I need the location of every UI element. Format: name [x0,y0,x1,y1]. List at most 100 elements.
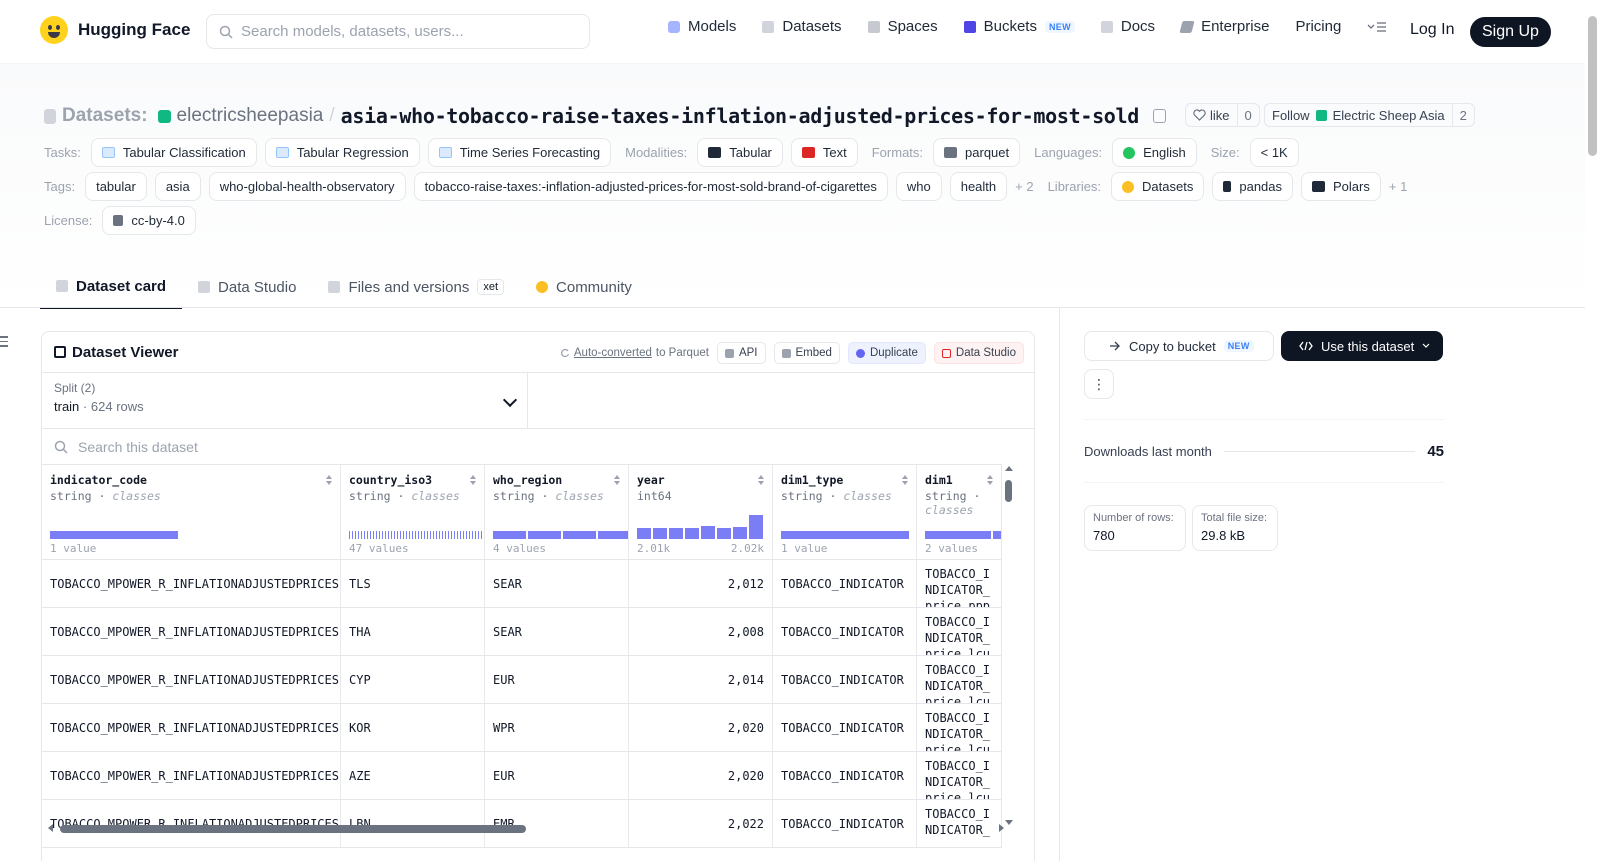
nav-docs[interactable]: Docs [1100,18,1155,35]
tab-data-studio[interactable]: Data Studio [182,265,312,309]
tab-dataset-card[interactable]: Dataset card [40,265,183,309]
sidebar-toggle-icon[interactable] [0,336,8,350]
histogram-bar[interactable] [400,531,401,539]
library-chip[interactable]: pandas [1212,172,1294,201]
histogram-bar[interactable] [394,531,395,539]
table-vertical-scrollbar[interactable] [1002,464,1016,827]
libraries-more[interactable]: + 1 [1389,179,1407,194]
like-button[interactable]: like 0 [1185,103,1260,127]
table-row[interactable]: TOBACCO_MPOWER_R_INFLATIONADJUSTEDPRICES… [42,608,1002,656]
histogram-bar[interactable] [478,531,479,539]
breadcrumb-owner[interactable]: electricsheepasia [177,105,324,127]
tags-more[interactable]: + 2 [1015,179,1033,194]
table-cell[interactable]: TOBACCO_INDICATOR [773,704,917,751]
page-title[interactable]: asia-who-tobacco-raise-taxes-inflation-a… [341,104,1140,128]
histogram-bar[interactable] [463,531,464,539]
table-row[interactable]: TOBACCO_MPOWER_R_INFLATIONADJUSTEDPRICES… [42,656,1002,704]
histogram-bar[interactable] [445,531,446,539]
column-header[interactable]: indicator_code string · classes 1 value [42,465,341,559]
size-chip[interactable]: < 1K [1249,138,1299,167]
column-histogram[interactable] [781,499,909,539]
table-row[interactable]: TOBACCO_MPOWER_R_INFLATIONADJUSTEDPRICES… [42,752,1002,800]
histogram-bar[interactable] [388,531,389,539]
histogram-bar[interactable] [421,531,422,539]
table-cell[interactable]: TOBACCO_INDICATOR_price_lcu [917,752,1002,799]
column-header[interactable]: country_iso3 string · classes 47 values [341,465,485,559]
tag-chip[interactable]: who-global-health-observatory [208,172,406,201]
tag-chip[interactable]: tabular [85,172,147,201]
column-header[interactable]: who_region string · classes 4 values [485,465,629,559]
library-chip[interactable]: Datasets [1111,172,1205,201]
histogram-bar[interactable] [397,531,398,539]
global-search-input[interactable] [241,23,561,40]
scrollbar-thumb[interactable] [1005,480,1012,502]
histogram-bar[interactable] [391,531,392,539]
tag-chip[interactable]: asia [154,172,201,201]
tag-chip[interactable]: tobacco-raise-taxes:-inflation-adjusted-… [413,172,888,201]
sort-icon[interactable] [614,475,620,485]
scrollbar-thumb[interactable] [60,825,526,833]
modality-chip[interactable]: Tabular [697,138,783,167]
histogram-bar[interactable] [669,528,683,539]
sort-icon[interactable] [987,475,993,485]
table-cell[interactable]: TOBACCO_INDICATOR_price_ppp [917,560,1002,607]
histogram-bar[interactable] [701,526,715,539]
column-histogram[interactable] [925,499,1001,539]
histogram-bar[interactable] [439,531,440,539]
histogram-bar[interactable] [469,531,470,539]
column-histogram[interactable] [637,499,763,539]
table-cell[interactable]: SEAR [485,608,629,655]
column-header[interactable]: year int64 2.01k 2.02k [629,465,773,559]
column-histogram[interactable] [493,499,628,539]
scroll-up-icon[interactable] [1005,466,1013,471]
brand-logo[interactable]: Hugging Face [40,16,190,44]
histogram-bar[interactable] [563,531,596,539]
histogram-bar[interactable] [424,531,425,539]
sort-icon[interactable] [758,475,764,485]
histogram-bar[interactable] [475,531,476,539]
license-chip[interactable]: cc-by-4.0 [102,206,196,235]
duplicate-button[interactable]: Duplicate [847,342,926,364]
nav-spaces[interactable]: Spaces [867,18,938,35]
histogram-bar[interactable] [457,531,458,539]
histogram-bar[interactable] [370,531,371,539]
histogram-bar[interactable] [781,531,909,539]
scroll-down-icon[interactable] [1005,820,1013,825]
table-row[interactable]: TOBACCO_MPOWER_R_INFLATIONADJUSTEDPRICES… [42,560,1002,608]
histogram-bar[interactable] [637,528,651,539]
table-cell[interactable]: TOBACCO_MPOWER_R_INFLATIONADJUSTEDPRICES [42,704,341,751]
table-cell[interactable]: TOBACCO_INDICATOR_price_lcu [917,608,1002,655]
table-cell[interactable]: TOBACCO_INDICATOR [773,560,917,607]
column-histogram[interactable] [50,499,178,539]
signup-button[interactable]: Sign Up [1470,17,1551,47]
histogram-bar[interactable] [430,531,431,539]
table-cell[interactable]: EUR [485,752,629,799]
histogram-bar[interactable] [460,531,461,539]
histogram-bar[interactable] [451,531,452,539]
histogram-bar[interactable] [749,515,763,539]
dataset-search-input[interactable] [78,438,478,455]
histogram-bar[interactable] [418,531,419,539]
table-cell[interactable]: TOBACCO_INDICATOR_price_lcu [917,656,1002,703]
copy-icon[interactable] [1153,109,1167,123]
nav-pricing[interactable]: Pricing [1295,18,1341,35]
table-horizontal-scrollbar[interactable] [46,821,1006,835]
dataset-search[interactable] [42,428,1034,464]
histogram-bar[interactable] [403,531,404,539]
sort-icon[interactable] [326,475,332,485]
table-cell[interactable]: EUR [485,656,629,703]
table-cell[interactable]: 2,012 [629,560,773,607]
table-cell[interactable]: TOBACCO_INDICATOR [773,608,917,655]
table-cell[interactable]: SEAR [485,560,629,607]
embed-button[interactable]: Embed [773,342,840,364]
histogram-bar[interactable] [385,531,386,539]
table-cell[interactable]: TOBACCO_MPOWER_R_INFLATIONADJUSTEDPRICES [42,752,341,799]
nav-buckets[interactable]: Buckets NEW [963,18,1075,35]
histogram-bar[interactable] [653,528,667,539]
tab-files-and-versions[interactable]: Files and versions xet [312,265,520,309]
histogram-bar[interactable] [355,531,356,539]
histogram-bar[interactable] [415,531,416,539]
histogram-bar[interactable] [349,531,350,539]
table-cell[interactable]: TOBACCO_MPOWER_R_INFLATIONADJUSTEDPRICES [42,608,341,655]
table-cell[interactable]: AZE [341,752,485,799]
